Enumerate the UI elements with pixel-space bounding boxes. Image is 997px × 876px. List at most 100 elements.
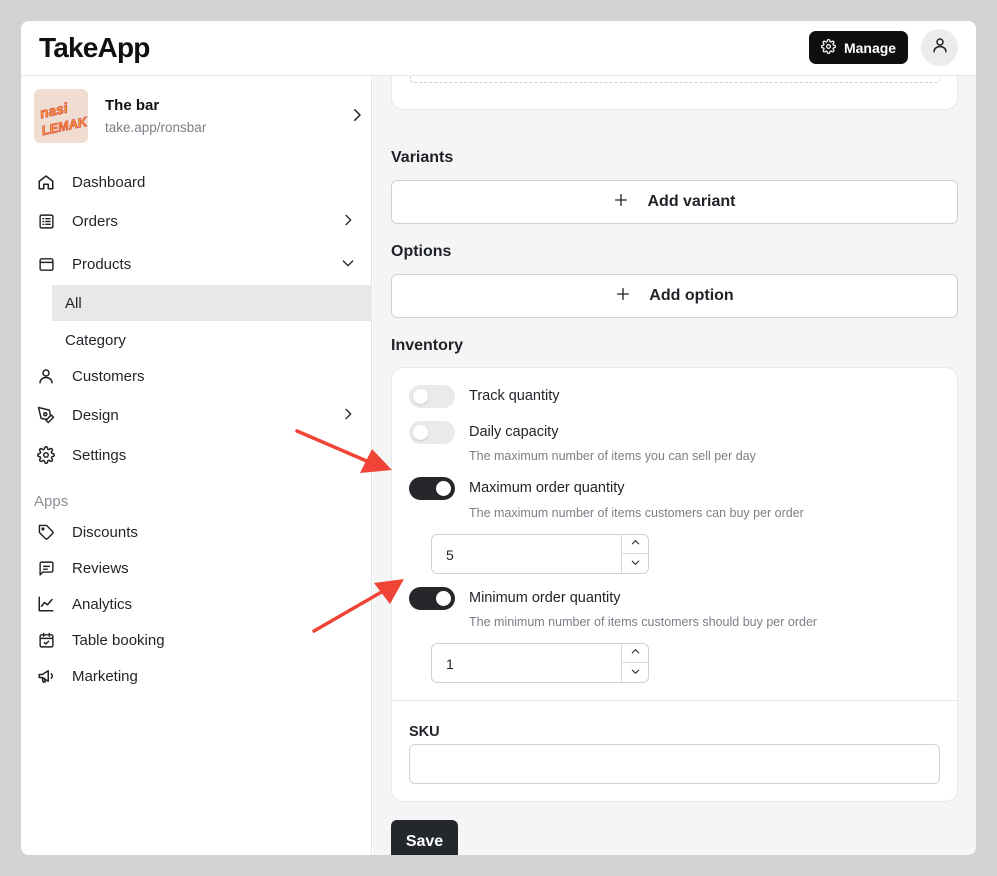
apps-section-label: Apps <box>34 493 69 510</box>
toggle-knob <box>436 481 451 496</box>
tag-icon <box>36 522 56 542</box>
sidebar-item-label: Analytics <box>72 595 133 613</box>
track-quantity-label: Track quantity <box>469 388 560 404</box>
toggle-knob <box>413 389 428 404</box>
sidebar-item-table-booking[interactable]: Table booking <box>34 623 364 657</box>
min-order-quantity-input[interactable]: 1 <box>431 643 649 683</box>
package-icon <box>36 254 56 274</box>
sidebar-item-products[interactable]: Products <box>34 247 364 281</box>
sidebar-item-settings[interactable]: Settings <box>34 438 364 472</box>
variants-heading: Variants <box>391 149 454 166</box>
add-option-button[interactable]: Add option <box>391 274 958 318</box>
toggle-knob <box>413 425 428 440</box>
sidebar-item-label: Reviews <box>72 559 129 577</box>
home-icon <box>36 172 56 192</box>
top-bar: TakeApp Manage <box>21 21 976 76</box>
list-icon <box>36 211 56 231</box>
max-order-quantity-description: The maximum number of items customers ca… <box>469 506 804 520</box>
sidebar-item-label: Design <box>72 406 119 424</box>
gear-icon <box>820 38 836 57</box>
stepper-down-button[interactable] <box>622 663 648 682</box>
sidebar-item-orders[interactable]: Orders <box>34 204 364 238</box>
sidebar-item-reviews[interactable]: Reviews <box>34 551 364 585</box>
sidebar-item-customers[interactable]: Customers <box>34 359 364 393</box>
min-order-quantity-description: The minimum number of items customers sh… <box>469 615 818 629</box>
app-logo[interactable]: TakeApp <box>39 32 150 64</box>
pen-tool-icon <box>36 405 56 425</box>
sidebar-item-label: Category <box>65 331 126 349</box>
min-order-quantity-toggle[interactable] <box>409 587 455 610</box>
chevron-up-icon <box>630 535 641 553</box>
calendar-check-icon <box>36 630 56 650</box>
sidebar-item-label: Discounts <box>72 523 138 541</box>
save-button[interactable]: Save <box>391 820 458 855</box>
inventory-heading: Inventory <box>391 337 464 354</box>
store-name: The bar <box>105 97 160 114</box>
add-option-label: Add option <box>649 287 734 304</box>
media-card <box>391 76 958 110</box>
sidebar-item-label: Settings <box>72 446 127 464</box>
max-order-quantity-toggle[interactable] <box>409 477 455 500</box>
sidebar-item-label: Products <box>72 255 132 273</box>
main-content: Variants Add variant Options Add option … <box>373 76 976 855</box>
daily-capacity-description: The maximum number of items you can sell… <box>469 449 756 463</box>
gear-icon <box>36 445 56 465</box>
sidebar-item-label: Orders <box>72 212 118 230</box>
line-chart-icon <box>36 594 56 614</box>
sidebar-item-dashboard[interactable]: Dashboard <box>34 165 364 199</box>
sidebar-subitem-category[interactable]: Category <box>65 323 126 357</box>
message-square-icon <box>36 558 56 578</box>
manage-button[interactable]: Manage <box>809 31 908 64</box>
options-heading: Options <box>391 243 452 260</box>
store-logo: nasi LEMAK <box>34 89 88 143</box>
sidebar-subitem-all[interactable]: All <box>52 285 372 321</box>
chevron-up-icon <box>630 644 641 662</box>
chevron-down-icon <box>630 555 641 573</box>
quantity-stepper <box>621 535 648 573</box>
manage-label: Manage <box>843 39 897 56</box>
max-order-quantity-label: Maximum order quantity <box>469 480 625 496</box>
max-order-quantity-value: 5 <box>446 547 454 563</box>
chevron-down-icon <box>630 664 641 682</box>
sidebar-item-marketing[interactable]: Marketing <box>34 659 364 693</box>
sidebar-item-label: Customers <box>72 367 145 385</box>
min-order-quantity-value: 1 <box>446 656 454 672</box>
add-variant-label: Add variant <box>647 193 736 210</box>
sidebar-item-discounts[interactable]: Discounts <box>34 515 364 549</box>
sidebar: nasi LEMAK The bar take.app/ronsbar Dash… <box>21 76 372 855</box>
upload-dropzone[interactable] <box>410 76 940 83</box>
user-icon <box>931 36 949 59</box>
megaphone-icon <box>36 666 56 686</box>
sidebar-item-label: Table booking <box>72 631 165 649</box>
user-icon <box>36 366 56 386</box>
daily-capacity-toggle[interactable] <box>409 421 455 444</box>
sku-label: SKU <box>409 724 440 740</box>
sidebar-item-design[interactable]: Design <box>34 398 364 432</box>
app-window: TakeApp Manage nasi LEMAK The bar take.a… <box>21 21 976 855</box>
toggle-knob <box>436 591 451 606</box>
chevron-down-icon <box>340 255 356 275</box>
stepper-up-button[interactable] <box>622 535 648 554</box>
sidebar-item-label: Marketing <box>72 667 138 685</box>
chevron-right-icon <box>340 212 356 232</box>
daily-capacity-label: Daily capacity <box>469 424 559 440</box>
sidebar-item-label: All <box>65 294 82 312</box>
stepper-down-button[interactable] <box>622 554 648 573</box>
user-avatar-button[interactable] <box>921 29 958 66</box>
add-variant-button[interactable]: Add variant <box>391 180 958 224</box>
sku-input[interactable] <box>409 744 940 784</box>
sidebar-item-label: Dashboard <box>72 173 146 191</box>
chevron-right-icon <box>340 406 356 426</box>
chevron-right-icon <box>348 106 366 129</box>
quantity-stepper <box>621 644 648 682</box>
store-url: take.app/ronsbar <box>105 120 207 135</box>
stepper-up-button[interactable] <box>622 644 648 663</box>
plus-icon <box>613 192 629 213</box>
inventory-card: Track quantity Daily capacity The maximu… <box>391 367 958 802</box>
plus-icon <box>615 286 631 307</box>
min-order-quantity-label: Minimum order quantity <box>469 590 621 606</box>
store-switcher[interactable]: nasi LEMAK The bar take.app/ronsbar <box>34 89 364 145</box>
max-order-quantity-input[interactable]: 5 <box>431 534 649 574</box>
track-quantity-toggle[interactable] <box>409 385 455 408</box>
sidebar-item-analytics[interactable]: Analytics <box>34 587 364 621</box>
